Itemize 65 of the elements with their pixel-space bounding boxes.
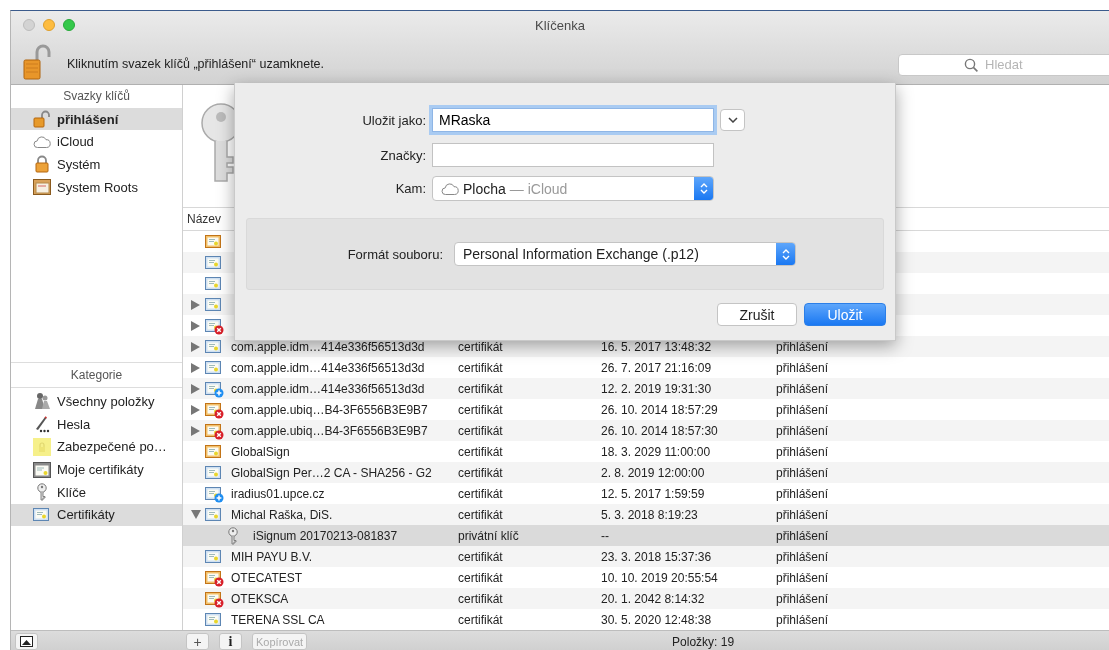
- item-kind: certifikát: [458, 591, 503, 606]
- field-label: Značky:: [379, 147, 426, 163]
- item-name: iradius01.upce.cz: [231, 486, 325, 501]
- item-date: --: [601, 528, 609, 543]
- item-date: 5. 3. 2018 8:19:23: [601, 507, 698, 522]
- item-name: MIH PAYU B.V.: [231, 549, 313, 564]
- item-name: OTEKSCA: [231, 591, 289, 606]
- item-kind: privátní klíč: [458, 528, 519, 543]
- item-name: GlobalSign Per…2 CA - SHA256 - G2: [231, 465, 432, 480]
- item-kind: certifikát: [458, 465, 503, 480]
- item-keychain: přihlášení: [776, 591, 829, 606]
- item-date: 26. 7. 2017 21:16:09: [601, 360, 712, 375]
- item-keychain: přihlášení: [776, 549, 829, 564]
- item-kind: certifikát: [458, 486, 503, 501]
- item-keychain: přihlášení: [776, 612, 829, 627]
- item-date: 10. 10. 2019 20:55:54: [601, 570, 718, 585]
- item-date: 16. 5. 2017 13:48:32: [601, 339, 712, 354]
- item-date: 20. 1. 2042 8:14:32: [601, 591, 705, 606]
- item-keychain: přihlášení: [776, 570, 829, 585]
- item-kind: certifikát: [458, 339, 503, 354]
- item-date: 12. 5. 2017 1:59:59: [601, 486, 705, 501]
- item-keychain: přihlášení: [776, 528, 829, 543]
- item-date: 23. 3. 2018 15:37:36: [601, 549, 712, 564]
- item-name: com.apple.ubiq…B4-3F6556B3E9B7: [231, 423, 428, 438]
- item-kind: certifikát: [458, 612, 503, 627]
- item-count: Položky: 19: [672, 634, 735, 649]
- item-keychain: přihlášení: [776, 360, 829, 375]
- item-keychain: přihlášení: [776, 507, 829, 522]
- item-keychain: přihlášení: [776, 423, 829, 438]
- item-date: 26. 10. 2014 18:57:30: [601, 423, 718, 438]
- field-label: Formát souboru:: [346, 246, 443, 262]
- item-date: 18. 3. 2029 11:00:00: [601, 444, 711, 459]
- item-kind: certifikát: [458, 381, 503, 396]
- item-name: Michal Raška, DiS.: [231, 507, 333, 522]
- item-keychain: přihlášení: [776, 339, 829, 354]
- item-kind: certifikát: [458, 402, 503, 417]
- item-keychain: přihlášení: [776, 465, 829, 480]
- item-date: 30. 5. 2020 12:48:38: [601, 612, 712, 627]
- item-name: com.apple.ubiq…B4-3F6556B3E9B7: [231, 402, 428, 417]
- item-date: 2. 8. 2019 12:00:00: [601, 465, 705, 480]
- item-name: com.apple.idm…414e336f56513d3d: [231, 339, 425, 354]
- section-header: Kategorie: [70, 368, 123, 383]
- item-name: TERENA SSL CA: [231, 612, 325, 627]
- lock-message: Kliknutím svazek klíčů „přihlášení“ uzamknete.: [67, 55, 325, 71]
- item-name: OTECATEST: [231, 570, 303, 585]
- item-name: com.apple.idm…414e336f56513d3d: [231, 381, 425, 396]
- item-keychain: přihlášení: [776, 381, 829, 396]
- item-kind: certifikát: [458, 360, 503, 375]
- section-header: Svazky klíčů: [63, 89, 130, 104]
- item-keychain: přihlášení: [776, 486, 829, 501]
- field-label: Uložit jako:: [361, 112, 426, 128]
- window-title: Klíčenka: [535, 17, 585, 33]
- item-kind: certifikát: [458, 423, 503, 438]
- item-date: 26. 10. 2014 18:57:29: [601, 402, 718, 417]
- item-name: GlobalSign: [231, 444, 290, 459]
- item-name: com.apple.idm…414e336f56513d3d: [231, 360, 425, 375]
- item-kind: certifikát: [458, 570, 503, 585]
- item-kind: certifikát: [458, 444, 503, 459]
- item-name: iSignum 20170213-081837: [253, 528, 398, 543]
- field-label: Kam:: [394, 181, 426, 196]
- item-keychain: přihlášení: [776, 444, 829, 459]
- item-kind: certifikát: [458, 549, 503, 564]
- item-keychain: přihlášení: [776, 402, 829, 417]
- item-kind: certifikát: [458, 507, 503, 522]
- item-date: 12. 2. 2019 19:31:30: [601, 381, 712, 396]
